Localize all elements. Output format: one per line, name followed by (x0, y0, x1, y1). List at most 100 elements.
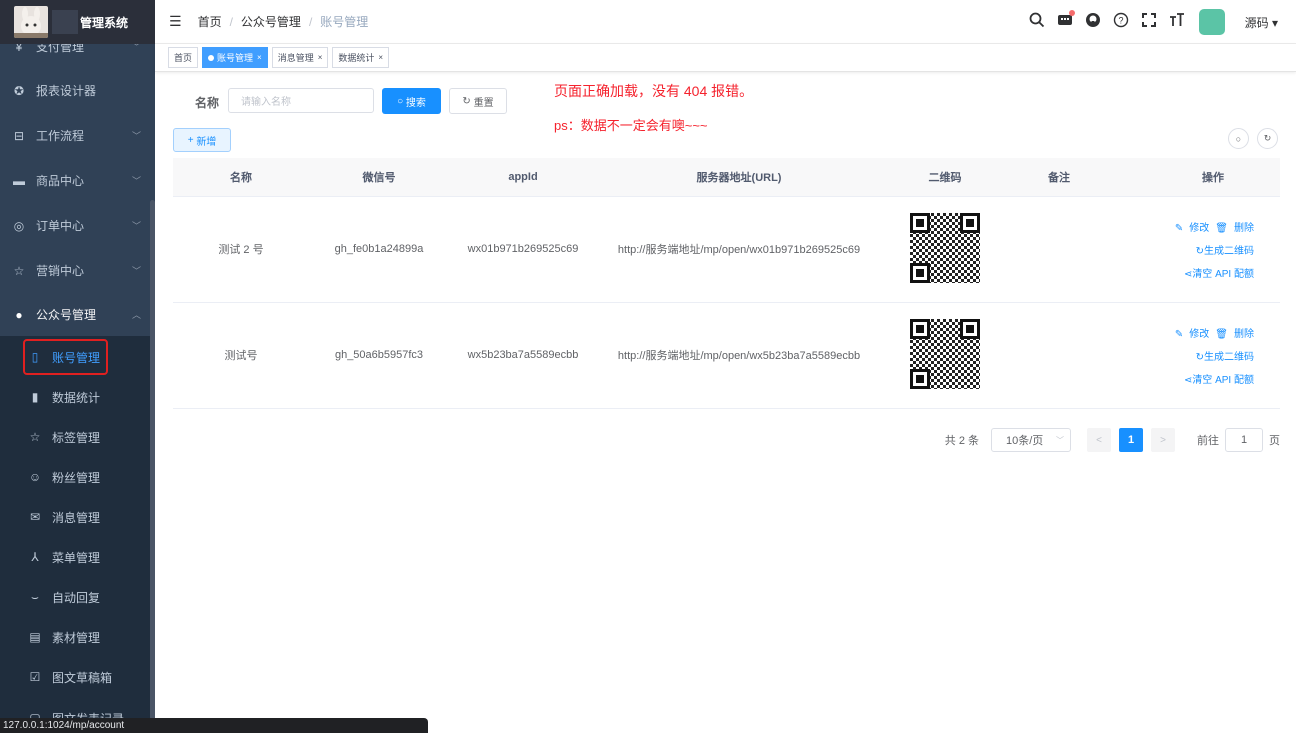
sidebar-item-product[interactable]: ▬ 商品中心 ﹀ (0, 158, 155, 203)
fullscreen-icon[interactable] (1141, 12, 1157, 32)
hamburger-icon[interactable]: ☰ (169, 13, 182, 30)
fans-icon: ☺ (28, 470, 42, 484)
cell-wechat: gh_fe0b1a24899a (309, 196, 449, 303)
search-icon[interactable] (1029, 12, 1045, 32)
edit-button[interactable]: ✎ 修改 (1175, 223, 1209, 234)
active-dot (208, 54, 215, 61)
cell-remark (1009, 302, 1109, 409)
reset-button[interactable]: ↻ 重置 (449, 88, 507, 114)
auto-reply-icon: ⌣ (31, 589, 39, 604)
sidebar-item-menu[interactable]: ⅄ 菜单管理 (0, 537, 155, 577)
delete-button[interactable]: 🗑 删除 (1215, 223, 1254, 234)
prev-page-button[interactable]: < (1087, 428, 1111, 452)
tag-message[interactable]: 消息管理 × (271, 47, 329, 68)
cell-url: http://服务端地址/mp/open/wx01b971b269525c69 (597, 196, 881, 303)
search-button[interactable]: ○ 搜索 (382, 88, 441, 114)
sidebar-item-label: 图文草稿箱 (52, 670, 113, 685)
sidebar-item-tags[interactable]: ☆ 标签管理 (0, 417, 155, 457)
tag-home[interactable]: 首页 (168, 47, 199, 68)
browser-status-bar: 127.0.0.1:1024/mp/account (0, 718, 428, 733)
col-header: 二维码 (881, 158, 1009, 197)
pagination-total: 共 2 条 (944, 435, 979, 447)
add-button[interactable]: + 新增 (173, 128, 231, 152)
sidebar-item-draft[interactable]: ☑ 图文草稿箱 (0, 657, 155, 697)
tag-account[interactable]: 账号管理 × (202, 47, 268, 68)
name-search-input[interactable]: 请输入名称 (228, 88, 374, 113)
toggle-search-button[interactable]: ○ (1228, 128, 1249, 149)
sidebar-item-order[interactable]: ◎ 订单中心 ﹀ (0, 203, 155, 248)
refresh-button[interactable]: ↻ (1257, 128, 1278, 149)
navbar-actions: ? 源码 ▾ (1017, 0, 1278, 44)
table-row: 测试号 gh_50a6b5957fc3 wx5b23ba7a5589ecbb h… (173, 302, 1280, 409)
username[interactable]: 源码 ▾ (1245, 14, 1278, 31)
next-page-button[interactable]: > (1151, 428, 1175, 452)
chevron-down-icon: ﹀ (1056, 435, 1064, 445)
sidebar-item-workflow[interactable]: ⊟ 工作流程 ﹀ (0, 113, 155, 158)
pagination: 共 2 条 10条/页 ﹀ < 1 > 前往 1 页 (945, 428, 1280, 452)
sidebar-item-wechat[interactable]: ● 公众号管理 ︿ (0, 292, 155, 337)
qr-code-image[interactable] (910, 318, 980, 389)
clear-quota-button[interactable]: ⋖清空 API 配额 (1184, 371, 1254, 386)
sidebar-item-marketing[interactable]: ☆ 营销中心 ﹀ (0, 248, 155, 293)
cell-appid: wx5b23ba7a5589ecbb (449, 302, 597, 409)
tag-statistics[interactable]: 数据统计 × (332, 47, 390, 68)
sidebar-item-label: 营销中心 (36, 264, 85, 278)
close-icon[interactable]: × (318, 53, 323, 62)
generate-qrcode-button[interactable]: ↻生成二维码 (1196, 348, 1254, 363)
close-icon[interactable]: × (378, 53, 383, 62)
generate-qrcode-button[interactable]: ↻生成二维码 (1196, 242, 1254, 257)
product-icon: ▬ (13, 173, 25, 188)
cell-remark (1009, 196, 1109, 303)
sidebar-item-auto-reply[interactable]: ⌣ 自动回复 (0, 577, 155, 617)
annotation-note: ps：数据不一定会有噢~~~ (554, 118, 708, 133)
font-size-icon[interactable] (1169, 12, 1185, 32)
logo-image (14, 6, 48, 38)
sidebar-item-label: 订单中心 (36, 219, 85, 233)
order-icon: ◎ (13, 218, 25, 233)
cell-actions: ✎ 修改 🗑 删除 ↻生成二维码 ⋖清空 API 配额 (1109, 196, 1280, 303)
breadcrumb-current: 账号管理 (320, 15, 369, 29)
chat-icon[interactable] (1057, 10, 1075, 32)
breadcrumb-parent[interactable]: 公众号管理 (241, 13, 301, 30)
sidebar-item-label: 粉丝管理 (52, 470, 101, 485)
avatar[interactable] (1198, 9, 1225, 35)
github-icon[interactable] (1085, 12, 1101, 32)
chevron-down-icon: ﹀ (131, 221, 141, 231)
chevron-up-icon: ︿ (131, 310, 141, 320)
col-header: appId (449, 158, 597, 197)
breadcrumb-home[interactable]: 首页 (198, 13, 222, 30)
edit-button[interactable]: ✎ 修改 (1175, 329, 1209, 340)
material-icon: ▤ (29, 630, 41, 644)
sidebar-item-statistics[interactable]: ▮ 数据统计 (0, 377, 155, 417)
draft-icon: ☑ (29, 670, 41, 684)
star-icon: ☆ (29, 430, 41, 444)
page-number-active[interactable]: 1 (1119, 428, 1143, 452)
blurred-region (52, 10, 78, 34)
sidebar-item-label: 菜单管理 (52, 550, 101, 565)
clear-quota-button[interactable]: ⋖清空 API 配额 (1184, 265, 1254, 280)
col-header: 服务器地址(URL) (597, 158, 881, 197)
cell-actions: ✎ 修改 🗑 删除 ↻生成二维码 ⋖清空 API 配额 (1109, 302, 1280, 409)
refresh-icon: ↻ (1263, 133, 1272, 143)
qr-code-image[interactable] (910, 212, 980, 283)
sidebar-item-label: 消息管理 (52, 510, 101, 525)
col-header: 微信号 (309, 158, 449, 197)
sidebar-item-fans[interactable]: ☺ 粉丝管理 (0, 457, 155, 497)
logo[interactable]: 管理系统 (0, 0, 155, 44)
goto-page-input[interactable]: 1 (1225, 428, 1263, 452)
cell-appid: wx01b971b269525c69 (449, 196, 597, 303)
cell-wechat: gh_50a6b5957fc3 (309, 302, 449, 409)
notification-dot (1068, 10, 1075, 16)
close-icon[interactable]: × (257, 53, 262, 62)
page-size-select[interactable]: 10条/页 ﹀ (991, 428, 1071, 452)
sidebar-item-report[interactable]: ✪ 报表设计器 (0, 68, 155, 113)
sidebar-item-message[interactable]: ✉ 消息管理 (0, 497, 155, 537)
workflow-icon: ⊟ (13, 128, 25, 143)
menu-icon: ⅄ (31, 550, 39, 564)
sidebar-item-material[interactable]: ▤ 素材管理 (0, 617, 155, 657)
sidebar-item-label: 工作流程 (36, 129, 85, 143)
help-icon[interactable]: ? (1113, 12, 1129, 32)
breadcrumb-separator: / (229, 14, 233, 29)
delete-button[interactable]: 🗑 删除 (1215, 329, 1254, 340)
main-content: 名称 请输入名称 ○ 搜索 ↻ 重置 页面正确加载，没有 404 报错。 ps：… (155, 72, 1296, 733)
